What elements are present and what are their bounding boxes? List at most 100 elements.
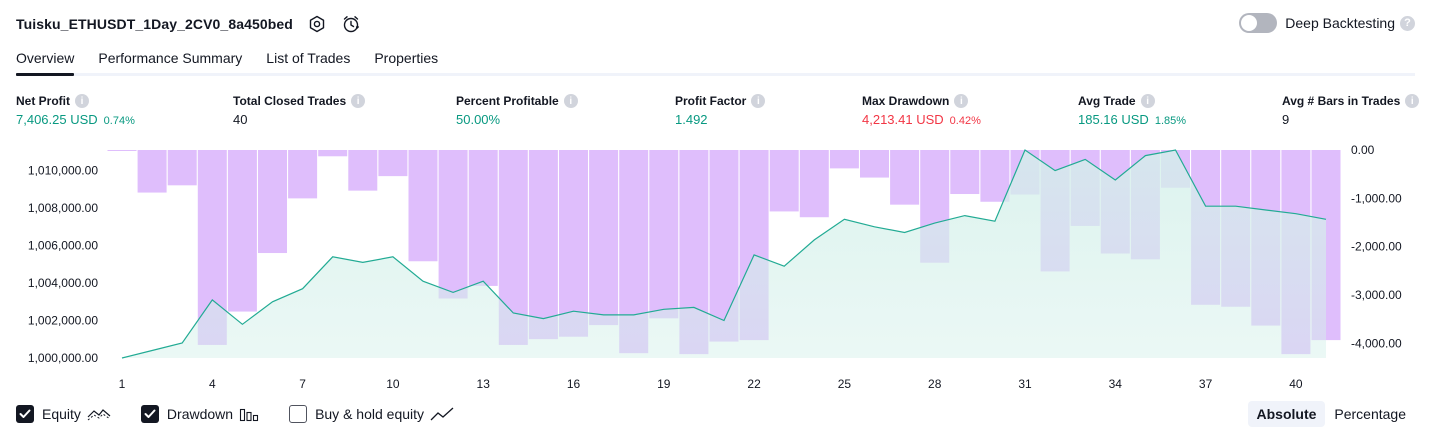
deep-backtesting-label: Deep Backtesting	[1285, 15, 1395, 31]
metric-label: Net Profit	[16, 94, 70, 108]
drawdown-bar	[860, 150, 889, 178]
drawdown-bar	[318, 150, 348, 157]
drawdown-bar	[438, 150, 468, 299]
x-tick-label: 19	[657, 377, 671, 391]
y-left-tick-label: 1,004,000.00	[28, 276, 98, 290]
y-right-tick-label: -4,000.00	[1351, 336, 1402, 350]
metric-value: 4,213.41 USD	[862, 112, 944, 127]
info-icon[interactable]: i	[751, 94, 766, 108]
metric-avg-bars: Avg # Bars in Trades i 9	[1282, 92, 1420, 127]
drawdown-bar	[107, 150, 137, 151]
tab-bar: Overview Performance Summary List of Tra…	[16, 44, 462, 76]
percentage-button[interactable]: Percentage	[1325, 401, 1415, 427]
settings-icon[interactable]	[307, 14, 327, 34]
drawdown-bar	[799, 150, 829, 218]
y-left-tick-label: 1,000,000.00	[28, 351, 98, 365]
x-tick-label: 37	[1199, 377, 1213, 391]
drawdown-checkbox[interactable]	[140, 405, 159, 423]
y-right-tick-label: -1,000.00	[1351, 191, 1402, 205]
drawdown-bar	[378, 150, 408, 177]
tab-list-of-trades[interactable]: List of Trades	[266, 44, 350, 76]
metric-percent: 0.42%	[949, 115, 981, 127]
legend-label: Drawdown	[166, 406, 234, 422]
drawdown-bar	[167, 150, 197, 186]
x-tick-label: 22	[747, 377, 761, 391]
chart-legend: Equity Drawdown Buy & hold equity	[16, 404, 484, 424]
strategy-name: Tuisku_ETHUSDT_1Day_2CV0_8a450bed	[16, 16, 293, 32]
metric-value: 40	[233, 112, 248, 127]
metrics-row: Net Profit i 7,406.25 USD 0.74% Total Clos…	[0, 92, 1431, 132]
tab-performance-summary[interactable]: Performance Summary	[98, 44, 242, 76]
line-icon	[430, 406, 454, 422]
metric-label: Profit Factor	[675, 94, 747, 108]
x-tick-label: 10	[386, 377, 400, 391]
drawdown-bar	[769, 150, 799, 212]
buy-hold-checkbox[interactable]	[289, 405, 308, 423]
tab-properties[interactable]: Properties	[374, 44, 438, 76]
x-tick-label: 34	[1109, 377, 1123, 391]
metric-profit-factor: Profit Factor i 1.492	[675, 92, 766, 127]
drawdown-bar	[227, 150, 257, 312]
bars-icon	[239, 406, 259, 422]
equity-checkbox[interactable]	[16, 405, 34, 423]
x-tick-label: 25	[838, 377, 852, 391]
metric-label: Percent Profitable	[456, 94, 559, 108]
drawdown-bar	[890, 150, 920, 205]
drawdown-bar	[559, 150, 588, 337]
scale-mode-switch: Absolute Percentage	[1247, 401, 1416, 427]
info-icon[interactable]: i	[75, 94, 89, 108]
info-icon[interactable]: i	[1405, 94, 1420, 108]
info-icon[interactable]: i	[351, 94, 366, 108]
x-tick-label: 1	[119, 377, 126, 391]
metric-value: 7,406.25 USD	[16, 112, 98, 127]
metric-value: 185.16 USD	[1078, 112, 1149, 127]
absolute-button[interactable]: Absolute	[1247, 401, 1326, 427]
header: Tuisku_ETHUSDT_1Day_2CV0_8a450bed	[16, 12, 361, 36]
x-tick-label: 31	[1018, 377, 1032, 391]
metric-label: Total Closed Trades	[233, 94, 347, 108]
metric-max-drawdown: Max Drawdown i 4,213.41 USD 0.42%	[862, 92, 981, 127]
y-right-tick-label: -3,000.00	[1351, 288, 1402, 302]
legend-buy-hold[interactable]: Buy & hold equity	[289, 405, 454, 423]
metric-percent: 1.85%	[1154, 115, 1187, 127]
y-left-tick-label: 1,008,000.00	[28, 201, 98, 215]
metric-percent: 0.74%	[103, 115, 135, 127]
y-left-tick-label: 1,010,000.00	[28, 164, 98, 178]
drawdown-bar	[468, 150, 498, 286]
area-line-icon	[87, 406, 111, 422]
metric-total-closed-trades: Total Closed Trades i 40	[233, 92, 366, 127]
info-icon[interactable]: i	[563, 94, 578, 108]
metric-net-profit: Net Profit i 7,406.25 USD 0.74%	[16, 92, 135, 127]
info-icon[interactable]: i	[1140, 94, 1155, 108]
drawdown-bar	[408, 150, 438, 262]
drawdown-bar	[528, 150, 558, 340]
alert-clock-icon[interactable]	[341, 14, 361, 34]
equity-drawdown-chart[interactable]: 1,000,000.00 1,002,000.00 1,004,000.00 1,00…	[0, 140, 1431, 396]
metric-percent-profitable: Percent Profitable i 50.00%	[456, 92, 578, 127]
y-right-tick-label: 0.00	[1351, 143, 1375, 157]
metric-label: Avg # Bars in Trades	[1282, 94, 1401, 108]
x-tick-label: 7	[299, 377, 306, 391]
deep-backtesting-toggle[interactable]	[1239, 13, 1278, 33]
legend-label: Equity	[42, 406, 81, 422]
metric-label: Max Drawdown	[862, 94, 950, 108]
help-icon[interactable]: ?	[1400, 15, 1415, 31]
legend-label: Buy & hold equity	[315, 406, 425, 422]
x-tick-label: 13	[477, 377, 491, 391]
drawdown-bar	[137, 150, 167, 193]
metric-avg-trade: Avg Trade i 185.16 USD 1.85%	[1078, 92, 1186, 127]
tab-overview[interactable]: Overview	[16, 44, 75, 76]
x-tick-label: 28	[928, 377, 942, 391]
drawdown-bar	[950, 150, 980, 195]
info-icon[interactable]: i	[954, 94, 969, 108]
metric-value: 9	[1282, 112, 1290, 127]
y-right-tick-label: -2,000.00	[1351, 240, 1402, 254]
y-left-tick-label: 1,006,000.00	[28, 239, 98, 253]
deep-backtesting: Deep Backtesting ?	[1239, 13, 1415, 33]
legend-equity[interactable]: Equity	[16, 405, 111, 423]
drawdown-bar	[829, 150, 859, 169]
drawdown-bar	[258, 150, 287, 254]
legend-drawdown[interactable]: Drawdown	[140, 405, 259, 423]
metric-value: 50.00%	[456, 112, 501, 127]
drawdown-bar	[288, 150, 318, 199]
